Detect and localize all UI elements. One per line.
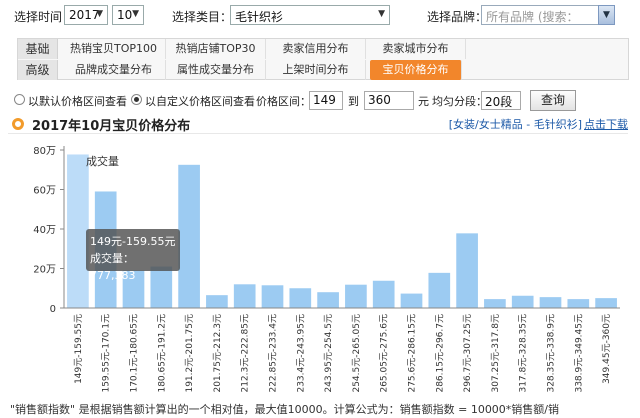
tab-brand-volume[interactable]: 品牌成交量分布 (62, 60, 166, 80)
year-value: 2017 (69, 8, 100, 22)
tab-attribute-volume[interactable]: 属性成交量分布 (166, 60, 266, 80)
brand-label: 选择品牌： (427, 10, 488, 24)
circle-bullet-icon (12, 118, 24, 130)
y-tick-label: 40万 (33, 225, 56, 236)
yuan-label: 元 (418, 95, 429, 108)
bar[interactable] (595, 298, 617, 308)
y-tick-label: 80万 (33, 146, 56, 157)
segment-select[interactable]: 20段 (481, 91, 521, 110)
y-tick-label: 0 (50, 304, 56, 315)
bar[interactable] (317, 292, 339, 308)
x-tick-label: 265.05元-275.6元 (380, 314, 390, 393)
download-link[interactable]: 点击下载 (584, 116, 628, 132)
filter-bar: 选择时间： 2017 ▼ 10 ▼ 选择类目： 毛针织衫 ▼ 选择品牌： 所有品… (0, 0, 640, 30)
tab-top30-shops[interactable]: 热销店铺TOP30 (166, 39, 266, 59)
x-tick-label: 159.55元-170.1元 (102, 314, 112, 393)
bar[interactable] (206, 295, 228, 308)
category-select[interactable]: 毛针织衫 ▼ (230, 5, 390, 25)
tab-seller-city[interactable]: 卖家城市分布 (366, 39, 466, 59)
month-select[interactable]: 10 ▼ (112, 5, 144, 25)
to-label: 到 (348, 95, 359, 108)
tab-seller-credit[interactable]: 卖家信用分布 (266, 39, 366, 59)
chevron-down-icon: ▼ (378, 9, 385, 19)
tooltip-volume: 成交量：777,383 (90, 252, 136, 282)
category-label: 选择类目： (172, 10, 233, 24)
series-label: 成交量 (86, 154, 119, 168)
tab-group-basic: 基础 (18, 39, 58, 59)
price-to-input[interactable]: 360 (364, 91, 414, 110)
x-tick-label: 233.4元-243.95元 (296, 314, 306, 393)
bar[interactable] (289, 288, 312, 308)
tab-group-advanced: 高级 (18, 60, 58, 80)
bar[interactable] (511, 295, 534, 308)
chart-title: 2017年10月宝贝价格分布 (32, 119, 191, 134)
segment-label: 均匀分段： (432, 95, 487, 108)
x-tick-label: 254.5元-265.05元 (352, 314, 362, 393)
x-tick-label: 222.85元-233.4元 (269, 314, 279, 393)
brand-dropdown-button[interactable]: ▼ (598, 5, 615, 25)
chevron-down-icon: ▼ (132, 9, 139, 19)
range-options: 以默认价格区间查看 以自定义价格区间查看 价格区间： 149 到 360 元 均… (0, 90, 640, 112)
bar[interactable] (178, 164, 200, 308)
month-value: 10 (117, 8, 133, 22)
bar[interactable] (428, 272, 451, 308)
category-value: 毛针织衫 (235, 10, 284, 24)
bar[interactable] (400, 293, 423, 308)
bar[interactable] (345, 284, 367, 308)
bar[interactable] (372, 280, 395, 308)
custom-range-radio[interactable] (131, 94, 142, 105)
x-tick-label: 191.2元-201.75元 (185, 314, 195, 393)
default-range-radio[interactable] (14, 94, 25, 105)
category-path[interactable]: [女装/女士精品 - 毛针织衫] (449, 116, 582, 132)
x-tick-label: 212.3元-222.85元 (241, 314, 251, 393)
chart-header: 2017年10月宝贝价格分布 [女装/女士精品 - 毛针织衫] 点击下载 (8, 114, 628, 134)
tab-listing-time[interactable]: 上架时间分布 (266, 60, 366, 80)
chevron-down-icon: ▼ (603, 10, 610, 20)
x-tick-label: 317.8元-328.35元 (519, 314, 529, 393)
x-tick-label: 243.95元-254.5元 (324, 314, 334, 393)
bar[interactable] (484, 299, 506, 308)
x-tick-label: 286.15元-296.7元 (435, 314, 445, 393)
footnote: "销售额指数" 是根据销售额计算出的一个相对值，最大值10000。计算公式为：销… (10, 403, 560, 416)
x-tick-label: 307.25元-317.8元 (491, 314, 501, 393)
chevron-down-icon: ▼ (96, 9, 103, 19)
brand-search-input[interactable]: 所有品牌 (搜索： (481, 5, 615, 25)
x-tick-label: 201.75元-212.3元 (213, 314, 223, 393)
custom-range-label: 以自定义价格区间查看 (145, 95, 255, 108)
bar[interactable] (261, 285, 284, 308)
x-tick-label: 349.45元-360元 (602, 314, 612, 384)
x-tick-label: 180.65元-191.2元 (157, 314, 167, 393)
x-axis-labels: 149元-159.55元 159.55元-170.1元 170.1元-180.65元… (74, 314, 612, 393)
x-tick-label: 275.6元-286.15元 (408, 314, 418, 393)
query-button[interactable]: 查询 (530, 90, 576, 111)
bar-tooltip: 149元-159.55元 成交量：777,383 (86, 229, 180, 282)
bar[interactable] (567, 299, 590, 308)
bar[interactable] (539, 297, 562, 308)
tooltip-range: 149元-159.55元 (90, 235, 176, 248)
x-tick-label: 149元-159.55元 (74, 314, 84, 384)
tab-top100-items[interactable]: 热销宝贝TOP100 (62, 39, 166, 59)
tab-price-distribution[interactable]: 宝贝价格分布 (370, 60, 462, 80)
year-select[interactable]: 2017 ▼ (64, 5, 108, 25)
bar[interactable] (456, 233, 478, 308)
default-range-label: 以默认价格区间查看 (28, 95, 127, 108)
x-tick-label: 170.1元-180.65元 (130, 314, 140, 393)
bar[interactable] (233, 284, 256, 308)
report-tab-nav: 基础 热销宝贝TOP100 热销店铺TOP30 卖家信用分布 卖家城市分布 高级… (17, 38, 629, 80)
x-tick-label: 328.35元-338.9元 (547, 314, 557, 393)
price-range-label: 价格区间： (256, 95, 311, 108)
price-from-input[interactable]: 149 (309, 91, 343, 110)
x-tick-label: 296.7元-307.25元 (463, 314, 473, 393)
x-tick-label: 338.9元-349.45元 (574, 314, 584, 393)
y-tick-label: 60万 (33, 186, 56, 197)
y-tick-label: 20万 (33, 265, 56, 276)
